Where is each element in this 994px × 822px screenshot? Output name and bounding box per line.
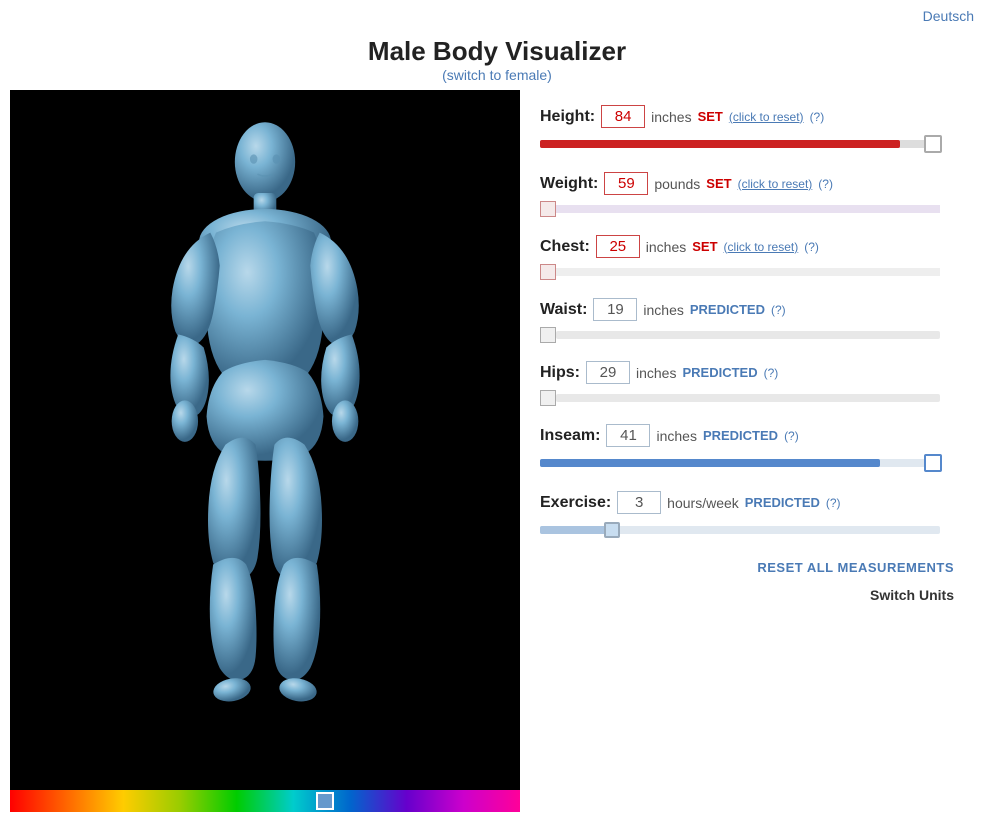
chest-status: SET: [692, 239, 717, 254]
switch-units-button[interactable]: Switch Units: [540, 587, 954, 603]
chest-slider[interactable]: [540, 264, 940, 280]
inseam-row: Inseam: inches PREDICTED (?): [540, 424, 964, 473]
weight-slider-thumb[interactable]: [540, 201, 556, 217]
waist-help-link[interactable]: (?): [771, 303, 786, 317]
weight-slider[interactable]: [540, 201, 940, 217]
chest-input[interactable]: [596, 235, 640, 258]
hips-help-link[interactable]: (?): [764, 366, 779, 380]
weight-row: Weight: pounds SET (click to reset) (?): [540, 172, 964, 217]
weight-status: SET: [706, 176, 731, 191]
bottom-actions: RESET ALL MEASUREMENTS Switch Units: [540, 560, 964, 603]
body-visualization-panel: [10, 90, 520, 812]
exercise-input[interactable]: [617, 491, 661, 514]
inseam-input[interactable]: [606, 424, 650, 447]
hips-slider-thumb[interactable]: [540, 390, 556, 406]
exercise-label: Exercise:: [540, 494, 611, 512]
color-gradient-bar[interactable]: [10, 790, 520, 812]
hips-row: Hips: inches PREDICTED (?): [540, 361, 964, 406]
chest-slider-thumb[interactable]: [540, 264, 556, 280]
height-help-link[interactable]: (?): [810, 110, 825, 124]
hips-input[interactable]: [586, 361, 630, 384]
hips-unit: inches: [636, 365, 676, 381]
body-figure: [145, 110, 385, 770]
hips-slider[interactable]: [540, 390, 940, 406]
waist-input[interactable]: [593, 298, 637, 321]
color-bar-thumb[interactable]: [316, 792, 334, 810]
language-link[interactable]: Deutsch: [923, 8, 974, 24]
exercise-help-link[interactable]: (?): [826, 496, 841, 510]
hips-label: Hips:: [540, 364, 580, 382]
height-status: SET: [698, 109, 723, 124]
page-title: Male Body Visualizer: [0, 36, 994, 67]
weight-unit: pounds: [654, 176, 700, 192]
exercise-status: PREDICTED: [745, 495, 820, 510]
exercise-unit: hours/week: [667, 495, 739, 511]
height-input[interactable]: [601, 105, 645, 128]
waist-status: PREDICTED: [690, 302, 765, 317]
inseam-status: PREDICTED: [703, 428, 778, 443]
chest-unit: inches: [646, 239, 686, 255]
reset-all-button[interactable]: RESET ALL MEASUREMENTS: [540, 560, 954, 575]
chest-reset-link[interactable]: (click to reset): [724, 240, 799, 254]
gender-switch-link[interactable]: (switch to female): [442, 67, 552, 83]
height-label: Height:: [540, 108, 595, 126]
height-slider[interactable]: [540, 134, 940, 154]
exercise-slider[interactable]: [540, 520, 940, 540]
waist-row: Waist: inches PREDICTED (?): [540, 298, 964, 343]
inseam-unit: inches: [656, 428, 696, 444]
chest-label: Chest:: [540, 238, 590, 256]
weight-label: Weight:: [540, 175, 598, 193]
height-unit: inches: [651, 109, 691, 125]
weight-reset-link[interactable]: (click to reset): [738, 177, 813, 191]
height-reset-link[interactable]: (click to reset): [729, 110, 804, 124]
weight-help-link[interactable]: (?): [818, 177, 833, 191]
weight-input[interactable]: [604, 172, 648, 195]
hips-status: PREDICTED: [682, 365, 757, 380]
body-canvas: [10, 90, 520, 790]
height-row: Height: inches SET (click to reset) (?): [540, 105, 964, 154]
chest-help-link[interactable]: (?): [804, 240, 819, 254]
waist-unit: inches: [643, 302, 683, 318]
chest-row: Chest: inches SET (click to reset) (?): [540, 235, 964, 280]
controls-panel: Height: inches SET (click to reset) (?) …: [520, 90, 984, 812]
inseam-help-link[interactable]: (?): [784, 429, 799, 443]
exercise-row: Exercise: hours/week PREDICTED (?): [540, 491, 964, 540]
waist-label: Waist:: [540, 301, 587, 319]
waist-slider-thumb[interactable]: [540, 327, 556, 343]
waist-slider[interactable]: [540, 327, 940, 343]
inseam-label: Inseam:: [540, 427, 600, 445]
inseam-slider[interactable]: [540, 453, 940, 473]
